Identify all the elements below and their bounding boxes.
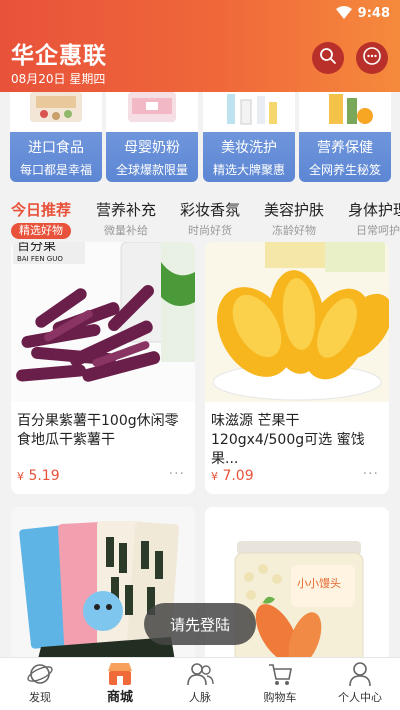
cart-icon xyxy=(240,660,320,688)
category-label: 母婴奶粉 全球爆款限量 xyxy=(106,132,198,182)
category-tabs: 今日推荐 精选好物 营养补充 微量补给 彩妆香氛 时尚好货 美容护肤 冻龄好物 … xyxy=(0,196,400,242)
category-card-nutrition[interactable]: 营养保健 全网养生秘笈 xyxy=(299,92,391,182)
product-name: 百分果紫薯干100g休闲零食地瓜干紫薯干 xyxy=(17,413,179,448)
status-bar: 9:48 xyxy=(335,4,390,23)
tab-subtitle: 微量补给 xyxy=(104,224,148,237)
app-date: 08月20日 星期四 xyxy=(11,72,106,86)
currency-symbol: ¥ xyxy=(17,470,24,483)
category-label: 美妆洗护 精选大牌聚惠 xyxy=(203,132,295,182)
product-price: ¥ 7.09 xyxy=(211,468,254,484)
category-subtitle: 精选大牌聚惠 xyxy=(212,163,285,177)
tab-skincare[interactable]: 美容护肤 冻龄好物 xyxy=(264,200,324,239)
nav-label: 购物车 xyxy=(263,691,297,704)
nav-item-mall[interactable]: 商城 xyxy=(80,660,160,706)
category-title: 母婴奶粉 xyxy=(124,140,180,156)
nav-item-cart[interactable]: 购物车 xyxy=(240,660,320,706)
tab-title: 身体护理 xyxy=(348,201,400,219)
jar-label: 小小馒头 xyxy=(297,577,341,590)
more-options-icon[interactable]: ··· xyxy=(363,466,379,482)
search-icon xyxy=(319,47,337,69)
person-icon xyxy=(320,660,400,688)
more-button[interactable] xyxy=(356,42,388,74)
category-image xyxy=(203,92,295,132)
shop-icon xyxy=(80,660,160,688)
brand-pinyin: BAI FEN GUO xyxy=(17,255,63,263)
tab-title: 美容护肤 xyxy=(264,201,325,219)
nav-label: 个人中心 xyxy=(338,691,382,704)
tab-subtitle: 时尚好货 xyxy=(188,224,232,237)
product-name: 味滋源 芒果干120gx4/500g可选 蜜饯果... xyxy=(211,413,365,467)
tab-subtitle: 日常呵护 xyxy=(356,224,400,237)
tab-subtitle: 精选好物 xyxy=(11,223,72,239)
nav-label: 发现 xyxy=(29,691,51,704)
tab-today-recommend[interactable]: 今日推荐 精选好物 xyxy=(11,200,72,239)
price-value: 7.09 xyxy=(222,468,254,484)
more-icon xyxy=(362,46,382,70)
category-subtitle: 每口都是幸福 xyxy=(19,163,92,177)
search-button[interactable] xyxy=(312,42,344,74)
tab-title: 彩妆香氛 xyxy=(180,201,241,219)
product-card[interactable]: 百分果 BAI FEN GUO 百分果紫薯干100g休闲零食地瓜干紫薯干 ¥ 5… xyxy=(11,242,195,494)
category-title: 进口食品 xyxy=(28,140,84,156)
nav-label: 人脉 xyxy=(189,691,211,704)
category-image xyxy=(299,92,391,132)
login-toast: 请先登陆 xyxy=(144,603,256,645)
wifi-icon xyxy=(335,4,352,23)
app-title: 华企惠联 xyxy=(11,43,107,69)
tab-title: 营养补充 xyxy=(96,201,157,219)
nav-item-discover[interactable]: 发现 xyxy=(0,660,80,706)
category-row: 进口食品 每口都是幸福 母婴奶粉 全球爆款限量 美妆洗护 精选大牌聚惠 营养保健… xyxy=(0,92,400,187)
nav-item-profile[interactable]: 个人中心 xyxy=(320,660,400,706)
product-grid: 百分果 BAI FEN GUO 百分果紫薯干100g休闲零食地瓜干紫薯干 ¥ 5… xyxy=(0,242,400,657)
product-price: ¥ 5.19 xyxy=(17,468,60,484)
tab-nutrition[interactable]: 营养补充 微量补给 xyxy=(96,200,156,239)
category-title: 美妆洗护 xyxy=(221,140,277,156)
category-card-imported-food[interactable]: 进口食品 每口都是幸福 xyxy=(10,92,102,182)
tab-body-care[interactable]: 身体护理 日常呵护 xyxy=(348,200,400,239)
tab-subtitle: 冻龄好物 xyxy=(272,224,316,237)
product-image: 百分果 BAI FEN GUO xyxy=(11,242,195,402)
category-label: 营养保健 全网养生秘笈 xyxy=(299,132,391,182)
currency-symbol: ¥ xyxy=(211,470,218,483)
nav-label: 商城 xyxy=(106,690,133,705)
category-card-beauty[interactable]: 美妆洗护 精选大牌聚惠 xyxy=(203,92,295,182)
product-card[interactable]: 味滋源 芒果干120gx4/500g可选 蜜饯果... ¥ 7.09 ··· xyxy=(205,242,389,494)
category-subtitle: 全网养生秘笈 xyxy=(308,163,381,177)
bottom-nav: 发现 商城 人脉 购物车 个人中心 xyxy=(0,657,400,710)
price-value: 5.19 xyxy=(28,468,60,484)
category-image xyxy=(10,92,102,132)
nav-item-contacts[interactable]: 人脉 xyxy=(160,660,240,706)
app-header: 9:48 华企惠联 08月20日 星期四 xyxy=(0,0,400,92)
planet-icon xyxy=(0,660,80,688)
status-time: 9:48 xyxy=(357,5,390,21)
category-title: 营养保健 xyxy=(317,140,373,156)
more-options-icon[interactable]: ··· xyxy=(169,466,185,482)
tab-title: 今日推荐 xyxy=(11,201,72,219)
people-icon xyxy=(160,660,240,688)
category-card-baby-milk[interactable]: 母婴奶粉 全球爆款限量 xyxy=(106,92,198,182)
product-image xyxy=(205,242,389,402)
category-image xyxy=(106,92,198,132)
brand-text: 百分果 xyxy=(17,242,56,254)
tab-makeup[interactable]: 彩妆香氛 时尚好货 xyxy=(180,200,240,239)
category-subtitle: 全球爆款限量 xyxy=(115,163,188,177)
category-label: 进口食品 每口都是幸福 xyxy=(10,132,102,182)
